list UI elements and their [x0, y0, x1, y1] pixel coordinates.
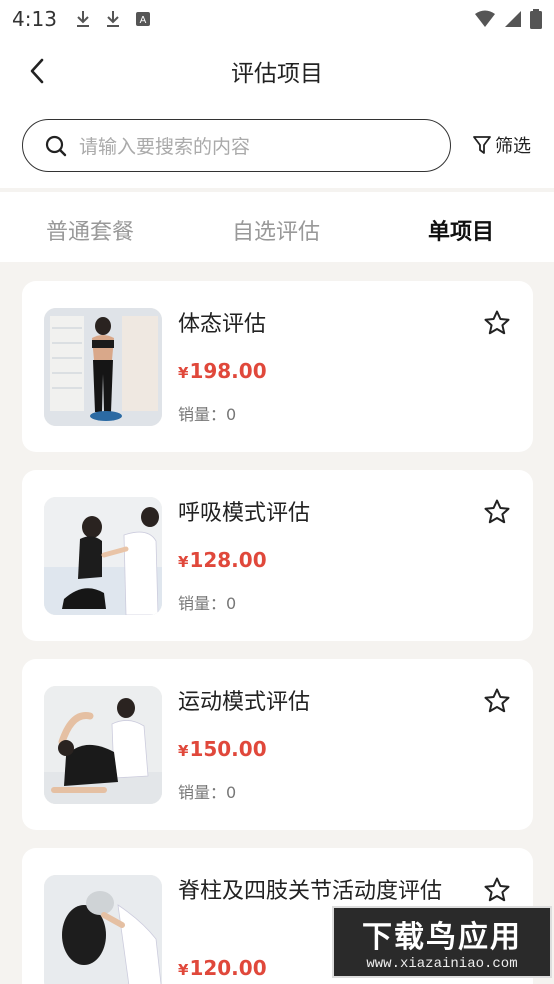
item-sales: 销量：0	[178, 594, 237, 613]
watermark-url: www.xiazainiao.com	[366, 956, 518, 972]
notification-icons: A	[75, 9, 151, 29]
search-icon	[45, 135, 67, 156]
download-icon	[76, 11, 89, 27]
tab-single-item[interactable]: 单项目	[428, 214, 495, 249]
search-row: 请输入要搜索的内容 筛选	[0, 102, 554, 188]
star-icon	[484, 877, 510, 902]
search-input[interactable]: 请输入要搜索的内容	[22, 119, 451, 172]
status-time: 4:13	[12, 7, 57, 31]
page-title: 评估项目	[231, 61, 323, 87]
item-name: 脊柱及四肢关节活动度评估	[178, 879, 443, 904]
status-bar: 4:13 A	[0, 0, 554, 38]
app-a-icon: A	[135, 12, 150, 26]
star-icon	[484, 688, 510, 713]
star-icon	[484, 310, 510, 335]
item-name: 体态评估	[178, 312, 267, 337]
watermark-logo: 下载鸟应用 www.xiazainiao.com	[332, 906, 552, 978]
favorite-button[interactable]	[483, 876, 511, 904]
svg-text:A: A	[140, 15, 147, 26]
system-icons	[474, 9, 542, 29]
item-thumbnail	[44, 497, 162, 615]
star-icon	[484, 499, 510, 524]
download-icon	[106, 11, 119, 27]
tab-custom-assessment[interactable]: 自选评估	[232, 214, 320, 246]
tab-regular-package[interactable]: 普通套餐	[46, 214, 134, 246]
list-item[interactable]: 体态评估 ¥198.00 销量：0	[22, 281, 533, 452]
signal-icon	[505, 11, 521, 27]
item-price: ¥120.00	[178, 956, 267, 980]
favorite-button[interactable]	[483, 309, 511, 337]
category-tabs: 普通套餐 自选评估 单项目	[0, 192, 554, 262]
item-price: ¥150.00	[178, 737, 267, 761]
header: 评估项目	[0, 38, 554, 102]
filter-label: 筛选	[495, 136, 531, 157]
wifi-icon	[475, 10, 495, 27]
filter-icon	[473, 136, 491, 154]
item-price: ¥128.00	[178, 548, 267, 572]
favorite-button[interactable]	[483, 498, 511, 526]
item-price: ¥198.00	[178, 359, 267, 383]
list-item[interactable]: 运动模式评估 ¥150.00 销量：0	[22, 659, 533, 830]
favorite-button[interactable]	[483, 687, 511, 715]
item-sales: 销量：0	[178, 783, 237, 802]
item-thumbnail	[44, 875, 162, 984]
item-sales: 销量：0	[178, 405, 237, 424]
item-name: 运动模式评估	[178, 690, 311, 715]
item-name: 呼吸模式评估	[178, 501, 311, 526]
watermark-text: 下载鸟应用	[362, 920, 522, 955]
filter-button[interactable]: 筛选	[472, 132, 531, 158]
battery-icon	[530, 9, 542, 29]
list-item[interactable]: 呼吸模式评估 ¥128.00 销量：0	[22, 470, 533, 641]
item-thumbnail	[44, 308, 162, 426]
item-thumbnail	[44, 686, 162, 804]
search-placeholder: 请输入要搜索的内容	[79, 136, 251, 158]
